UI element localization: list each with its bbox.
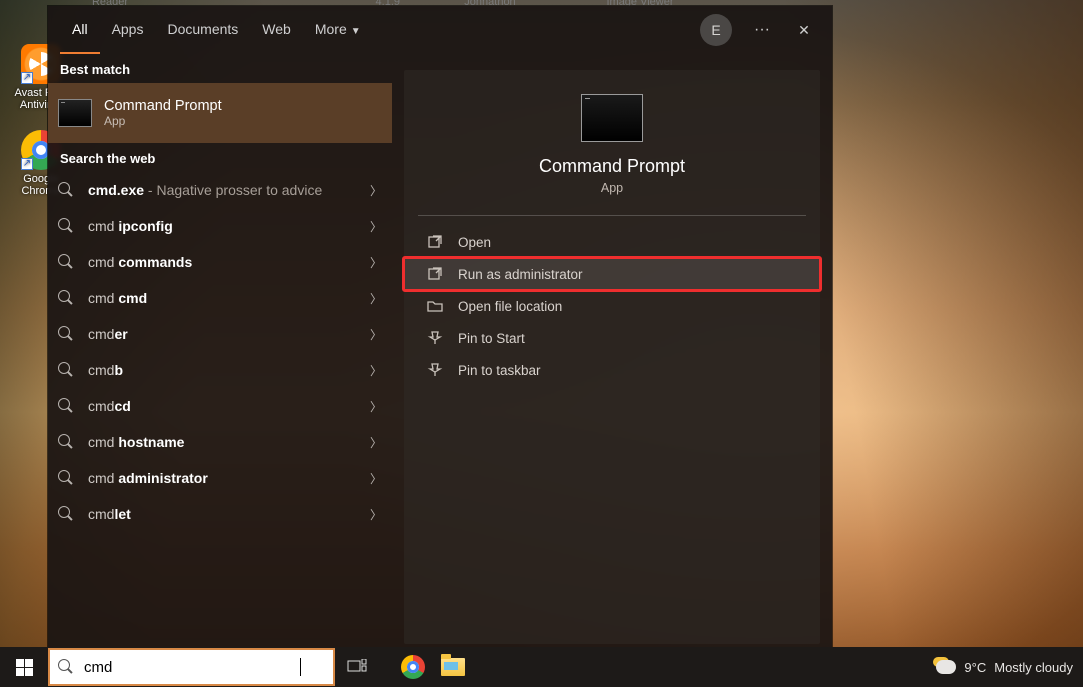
chevron-right-icon: 〉 bbox=[370, 362, 382, 379]
search-icon bbox=[58, 326, 74, 342]
text-caret bbox=[300, 658, 301, 676]
taskbar: 9°C Mostly cloudy bbox=[0, 647, 1083, 687]
suggestion-text: cmd cmd bbox=[88, 290, 364, 306]
action-label: Run as administrator bbox=[458, 267, 583, 282]
suggestion-text: cmd ipconfig bbox=[88, 218, 364, 234]
windows-logo-icon bbox=[16, 659, 33, 676]
web-suggestion[interactable]: cmd administrator 〉 bbox=[48, 460, 392, 496]
divider bbox=[418, 215, 806, 216]
search-icon bbox=[58, 470, 74, 486]
action-open[interactable]: Open bbox=[404, 226, 820, 258]
folder-icon bbox=[426, 297, 444, 315]
chevron-right-icon: 〉 bbox=[370, 434, 382, 451]
chrome-icon bbox=[401, 655, 425, 679]
file-explorer-icon bbox=[441, 658, 465, 676]
suggestion-text: cmdcd bbox=[88, 398, 364, 414]
search-icon bbox=[58, 254, 74, 270]
suggestion-text: cmdlet bbox=[88, 506, 364, 522]
action-label: Open file location bbox=[458, 299, 562, 314]
pin-icon bbox=[426, 329, 444, 347]
more-options-button[interactable]: ··· bbox=[746, 14, 778, 46]
chevron-right-icon: 〉 bbox=[370, 506, 382, 523]
action-label: Pin to taskbar bbox=[458, 363, 541, 378]
chevron-right-icon: 〉 bbox=[370, 218, 382, 235]
admin-icon bbox=[426, 265, 444, 283]
taskbar-app-chrome[interactable] bbox=[393, 647, 433, 687]
search-filter-tabs: All Apps Documents Web More▼ E ··· ✕ bbox=[48, 6, 832, 54]
shortcut-arrow-icon: ↗ bbox=[21, 158, 33, 170]
web-suggestion[interactable]: cmd cmd 〉 bbox=[48, 280, 392, 316]
weather-icon bbox=[936, 660, 956, 674]
chevron-right-icon: 〉 bbox=[370, 470, 382, 487]
taskbar-app-explorer[interactable] bbox=[433, 647, 473, 687]
tab-documents[interactable]: Documents bbox=[155, 6, 250, 54]
suggestion-text: cmdb bbox=[88, 362, 364, 378]
chevron-right-icon: 〉 bbox=[370, 290, 382, 307]
tab-all[interactable]: All bbox=[60, 6, 100, 54]
start-search-panel: All Apps Documents Web More▼ E ··· ✕ Bes… bbox=[48, 6, 832, 648]
search-icon bbox=[58, 290, 74, 306]
best-match-title: Command Prompt bbox=[104, 98, 222, 114]
preview-pane: Command Prompt App Open Run as administra… bbox=[392, 54, 832, 656]
suggestion-text: cmd administrator bbox=[88, 470, 364, 486]
chevron-down-icon: ▼ bbox=[351, 26, 361, 37]
suggestion-text: cmder bbox=[88, 326, 364, 342]
weather-widget[interactable]: 9°C Mostly cloudy bbox=[936, 660, 1083, 675]
tab-web[interactable]: Web bbox=[250, 6, 303, 54]
chevron-right-icon: 〉 bbox=[370, 326, 382, 343]
search-icon bbox=[58, 434, 74, 450]
action-pin-to-start[interactable]: Pin to Start bbox=[404, 322, 820, 354]
search-icon bbox=[58, 398, 74, 414]
best-match-subtitle: App bbox=[104, 114, 222, 128]
chevron-right-icon: 〉 bbox=[370, 182, 382, 199]
web-suggestion[interactable]: cmdcd 〉 bbox=[48, 388, 392, 424]
search-icon bbox=[58, 659, 74, 675]
results-list: Best match Command Prompt App Search the… bbox=[48, 54, 392, 656]
search-input[interactable] bbox=[84, 659, 304, 676]
open-icon bbox=[426, 233, 444, 251]
web-suggestion[interactable]: cmd.exe - Nagative prosser to advice 〉 bbox=[48, 172, 392, 208]
start-button[interactable] bbox=[0, 647, 48, 687]
action-label: Open bbox=[458, 235, 491, 250]
close-button[interactable]: ✕ bbox=[788, 14, 820, 46]
web-suggestion[interactable]: cmder 〉 bbox=[48, 316, 392, 352]
search-icon bbox=[58, 506, 74, 522]
web-suggestion[interactable]: cmd hostname 〉 bbox=[48, 424, 392, 460]
search-icon bbox=[58, 218, 74, 234]
search-icon bbox=[58, 362, 74, 378]
suggestion-text: cmd hostname bbox=[88, 434, 364, 450]
task-view-button[interactable] bbox=[335, 647, 379, 687]
chevron-right-icon: 〉 bbox=[370, 398, 382, 415]
chevron-right-icon: 〉 bbox=[370, 254, 382, 271]
tab-more[interactable]: More▼ bbox=[303, 6, 373, 54]
preview-title: Command Prompt bbox=[404, 156, 820, 177]
action-run-as-administrator[interactable]: Run as administrator bbox=[404, 258, 820, 290]
taskbar-search[interactable] bbox=[48, 648, 335, 686]
action-label: Pin to Start bbox=[458, 331, 525, 346]
best-match-item[interactable]: Command Prompt App bbox=[48, 83, 392, 143]
action-open-file-location[interactable]: Open file location bbox=[404, 290, 820, 322]
search-icon bbox=[58, 182, 74, 198]
web-suggestion[interactable]: cmd commands 〉 bbox=[48, 244, 392, 280]
web-suggestion[interactable]: cmd ipconfig 〉 bbox=[48, 208, 392, 244]
tab-apps[interactable]: Apps bbox=[100, 6, 156, 54]
pin-icon bbox=[426, 361, 444, 379]
user-avatar[interactable]: E bbox=[700, 14, 732, 46]
action-pin-to-taskbar[interactable]: Pin to taskbar bbox=[404, 354, 820, 386]
suggestion-text: cmd commands bbox=[88, 254, 364, 270]
section-search-web: Search the web bbox=[48, 143, 392, 172]
weather-temp: 9°C bbox=[964, 660, 986, 675]
preview-subtitle: App bbox=[404, 181, 820, 195]
web-suggestion[interactable]: cmdb 〉 bbox=[48, 352, 392, 388]
section-best-match: Best match bbox=[48, 54, 392, 83]
command-prompt-icon bbox=[581, 94, 643, 142]
suggestion-text: cmd.exe - Nagative prosser to advice bbox=[88, 182, 364, 198]
command-prompt-icon bbox=[58, 99, 92, 127]
weather-text: Mostly cloudy bbox=[994, 660, 1073, 675]
shortcut-arrow-icon: ↗ bbox=[21, 72, 33, 84]
web-suggestion[interactable]: cmdlet 〉 bbox=[48, 496, 392, 532]
